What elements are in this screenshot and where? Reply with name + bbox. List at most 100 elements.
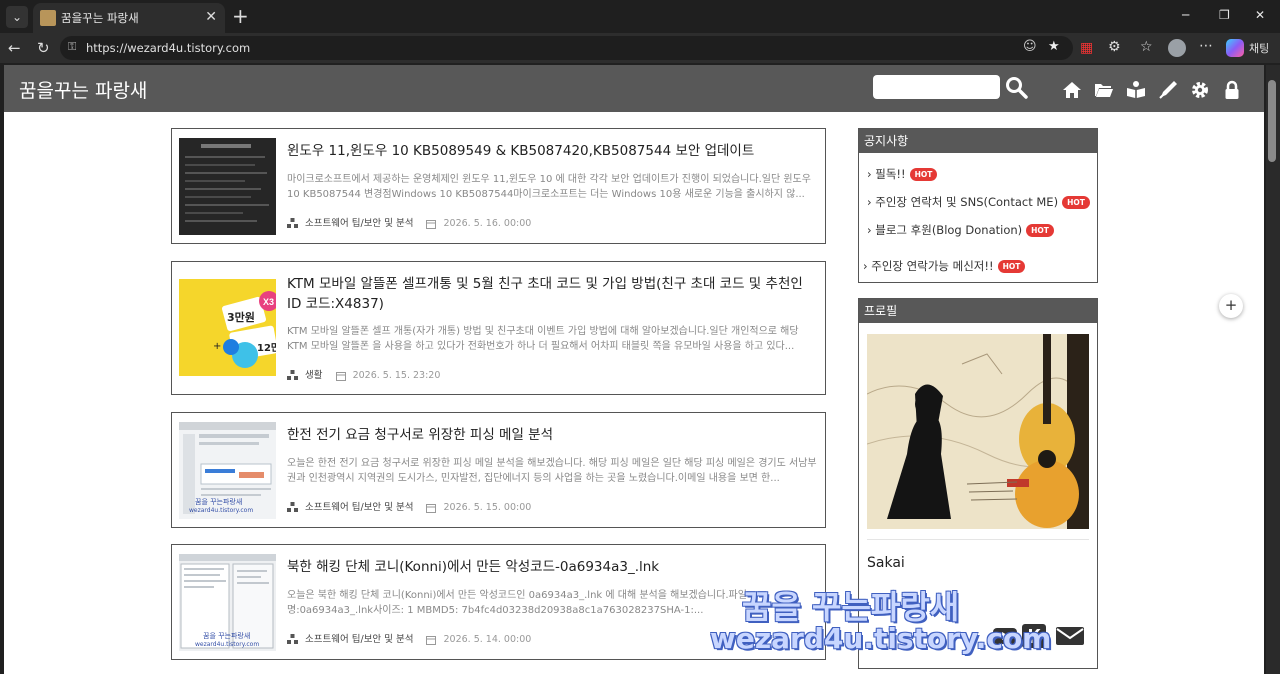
notice-item-label[interactable]: 블로그 후원(Blog Donation) <box>875 223 1022 237</box>
calendar-icon <box>335 371 346 381</box>
notice-item[interactable]: › 블로그 후원(Blog Donation) HOT <box>867 222 1054 238</box>
post-excerpt: 오늘은 한전 전기 요금 청구서로 위장한 피싱 메일 분석을 해보겠습니다. … <box>287 458 817 484</box>
site-info-icon[interactable]: ⚿ <box>68 40 76 54</box>
more-menu-icon[interactable]: ⋯ <box>1199 38 1213 54</box>
post-category[interactable]: 소프트웨어 팁/보안 및 분석 <box>305 634 413 645</box>
notice-item[interactable]: › 주인장 연락처 및 SNS(Contact ME) HOT <box>867 194 1090 210</box>
settings-gear-icon[interactable] <box>1190 80 1210 100</box>
thumb-30k-text: 3만원 <box>227 310 255 324</box>
notice-box: 공지사항 › 필독!! HOT › 주인장 연락처 및 SNS(Contact M… <box>858 128 1098 283</box>
thumb-watermark-b: wezard4u.tistory.com <box>195 641 259 648</box>
favorite-star-icon[interactable]: ★ <box>1048 39 1060 54</box>
hot-badge: HOT <box>997 260 1026 273</box>
web-page: 꿈을꾸는 파랑새 윈도우 11,윈도우 10 KB5089549 & KB508… <box>4 65 1264 674</box>
post-meta: 소프트웨어 팁/보안 및 분석 2026. 5. 14. 00:00 <box>287 631 531 645</box>
category-icon <box>287 634 298 644</box>
notice-heading: 공지사항 <box>859 129 1097 153</box>
notice-item-label[interactable]: 주인장 연락가능 메신저!! <box>871 259 993 273</box>
url-text[interactable]: https://wezard4u.tistory.com <box>86 41 250 55</box>
post-title[interactable]: 윈도우 11,윈도우 10 KB5089549 & KB5087420,KB50… <box>287 141 817 161</box>
post-thumbnail-image: 꿈을 꾸는파랑새 wezard4u.tistory.com <box>179 422 276 519</box>
search-icon[interactable] <box>1004 75 1028 99</box>
watermark-url: wezard4u.tistory.com <box>710 622 1052 655</box>
post-thumbnail[interactable] <box>179 138 276 235</box>
post-category[interactable]: 소프트웨어 팁/보안 및 분석 <box>305 502 413 513</box>
folder-icon[interactable] <box>1094 80 1114 100</box>
hot-badge: HOT <box>909 168 938 181</box>
blog-header: 꿈을꾸는 파랑새 <box>4 65 1264 112</box>
new-tab-button[interactable]: + <box>232 4 249 28</box>
thumb-watermark-a: 꿈을 꾸는파랑새 <box>203 631 250 640</box>
browser-tab-strip: ⌄ 꿈을꾸는 파랑새 ✕ + ─ ❐ ✕ <box>0 0 1280 33</box>
category-icon <box>287 218 298 228</box>
post-card[interactable]: X3 3만원 12만 + KTM 모바일 알뜰폰 셀프개통 및 5월 친구 초대… <box>171 261 826 395</box>
post-title[interactable]: 북한 해킹 단체 코니(Konni)에서 만든 악성코드-0a6934a3_.l… <box>287 557 817 577</box>
write-pen-icon[interactable] <box>1158 80 1178 100</box>
address-bar[interactable]: ⚿ https://wezard4u.tistory.com ☺ ★ <box>60 36 1073 60</box>
profile-avatar[interactable] <box>1168 39 1186 57</box>
thumb-x3-text: X3 <box>263 297 274 307</box>
hot-badge: HOT <box>1062 196 1090 209</box>
back-arrow-icon[interactable]: ← <box>8 39 21 57</box>
post-thumbnail-image: X3 3만원 12만 + <box>179 279 276 376</box>
post-thumbnail[interactable]: X3 3만원 12만 + <box>179 279 276 376</box>
post-excerpt: KTM 모바일 알뜰폰 셀프 개통(자가 개통) 방법 및 친구초대 이벤트 가… <box>287 326 799 352</box>
profile-image <box>867 334 1089 529</box>
hot-badge: HOT <box>1026 224 1054 237</box>
post-date: 2026. 5. 16. 00:00 <box>443 218 532 229</box>
post-thumbnail[interactable]: 꿈을 꾸는파랑새 wezard4u.tistory.com <box>179 422 276 519</box>
post-date: 2026. 5. 14. 00:00 <box>443 634 532 645</box>
thumb-watermark-b: wezard4u.tistory.com <box>189 507 253 514</box>
post-thumbnail[interactable]: 꿈을 꾸는파랑새 wezard4u.tistory.com <box>179 554 276 651</box>
page-scrollbar-thumb[interactable] <box>1268 80 1276 162</box>
post-date: 2026. 5. 15. 00:00 <box>443 502 532 513</box>
post-card[interactable]: 꿈을 꾸는파랑새 wezard4u.tistory.com 한전 전기 요금 청… <box>171 412 826 528</box>
post-title[interactable]: 한전 전기 요금 청구서로 위장한 피싱 메일 분석 <box>287 425 817 445</box>
reload-icon[interactable]: ↻ <box>37 39 50 57</box>
tab-list-menu-button[interactable]: ⌄ <box>6 6 28 28</box>
guestbook-icon[interactable] <box>1126 80 1146 100</box>
favorites-icon[interactable]: ☆ <box>1140 39 1153 55</box>
tab-favicon-icon <box>40 10 56 26</box>
post-excerpt: 마이크로소프트에서 제공하는 운영체제인 윈도우 11,윈도우 10 에 대한 … <box>287 174 811 200</box>
post-thumbnail-image: 꿈을 꾸는파랑새 wezard4u.tistory.com <box>179 554 276 651</box>
tab-close-icon[interactable]: ✕ <box>205 9 217 25</box>
post-category[interactable]: 생활 <box>305 370 322 381</box>
read-aloud-icon[interactable]: ☺ <box>1023 39 1037 54</box>
post-card[interactable]: 윈도우 11,윈도우 10 KB5089549 & KB5087420,KB50… <box>171 128 826 244</box>
restore-button[interactable]: ❐ <box>1219 8 1230 22</box>
profile-illustration <box>867 334 1089 529</box>
calendar-icon <box>426 635 437 645</box>
floating-add-button[interactable]: + <box>1219 294 1243 318</box>
post-meta: 생활 2026. 5. 15. 23:20 <box>287 367 440 381</box>
blog-title[interactable]: 꿈을꾸는 파랑새 <box>19 76 147 103</box>
category-icon <box>287 370 298 380</box>
close-window-button[interactable]: ✕ <box>1255 8 1265 22</box>
post-excerpt: 오늘은 북한 해킹 단체 코니(Konni)에서 만든 악성코드인 0a6934… <box>287 590 747 616</box>
chat-label[interactable]: 채팅 <box>1249 40 1269 56</box>
thumb-watermark-a: 꿈을 꾸는파랑새 <box>195 497 242 506</box>
copilot-icon[interactable] <box>1226 39 1244 57</box>
extensions-icon[interactable]: ⚙ <box>1108 39 1121 55</box>
notice-item-label[interactable]: 주인장 연락처 및 SNS(Contact ME) <box>875 195 1058 209</box>
post-category[interactable]: 소프트웨어 팁/보안 및 분석 <box>305 218 413 229</box>
post-thumbnail-image <box>179 138 276 235</box>
lock-icon[interactable] <box>1222 80 1242 100</box>
profile-name: Sakai <box>867 555 905 571</box>
notice-item[interactable]: › 주인장 연락가능 메신저!! HOT <box>863 258 1026 274</box>
home-icon[interactable] <box>1062 80 1082 100</box>
post-meta: 소프트웨어 팁/보안 및 분석 2026. 5. 15. 00:00 <box>287 499 531 513</box>
profile-heading: 프로필 <box>859 299 1097 323</box>
notice-item-label[interactable]: 필독!! <box>875 167 905 181</box>
thumb-12-text: 12만 <box>257 341 276 354</box>
notice-item[interactable]: › 필독!! HOT <box>867 166 938 182</box>
calendar-icon <box>426 503 437 513</box>
post-title[interactable]: KTM 모바일 알뜰폰 셀프개통 및 5월 친구 초대 코드 및 가입 방법(친… <box>287 274 817 314</box>
profile-divider <box>867 539 1089 540</box>
calendar-extension-icon[interactable]: ▦ <box>1080 40 1093 56</box>
search-input[interactable] <box>873 75 1000 99</box>
calendar-icon <box>426 219 437 229</box>
browser-tab-active[interactable]: 꿈을꾸는 파랑새 ✕ <box>33 3 225 33</box>
minimize-button[interactable]: ─ <box>1182 8 1189 22</box>
email-envelope-icon[interactable] <box>1055 623 1085 649</box>
